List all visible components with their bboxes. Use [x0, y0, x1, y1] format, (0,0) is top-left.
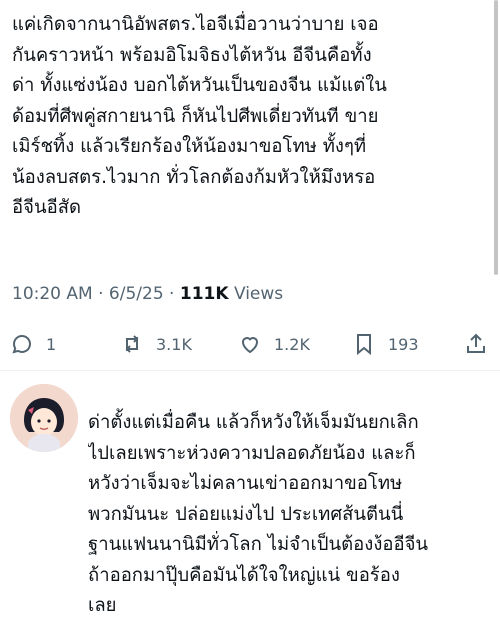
reply-count: 1 — [46, 334, 57, 354]
avatar[interactable] — [10, 384, 78, 452]
tweet-text: แค่เกิดจากนานิอัพสตร.ไอจีเมื่อวานว่าบาย … — [12, 10, 486, 224]
reply-button[interactable]: 1 — [10, 324, 56, 364]
tweet-time[interactable]: 10:20 AM — [12, 284, 93, 304]
tweet-meta: 10:20 AM · 6/5/25 · 111K Views — [12, 284, 283, 304]
views-count: 111K — [179, 284, 229, 304]
bookmark-icon — [357, 334, 371, 356]
action-bar: 1 3.1K 1.2K 193 — [0, 324, 500, 364]
reply-text-line: ด่าตั้งแต่เมื่อคืน แล้วก็หวังให้เจ็มมันย… — [88, 412, 419, 433]
reply-text-line: หวังว่าเจ็มจะไม่คลานเข่าออกมาขอโทษ — [88, 473, 403, 494]
like-count: 1.2K — [274, 334, 310, 354]
avatar-image — [10, 384, 78, 452]
views-label: Views — [233, 284, 284, 304]
meta-separator: · — [98, 284, 104, 304]
retweet-icon — [125, 335, 139, 353]
share-icon — [467, 333, 485, 353]
tweet-text-line: ด้อมที่ศีพคู่สกายนานิ ก็หันไปศีพเดี่ยวทั… — [12, 105, 379, 127]
like-button[interactable]: 1.2K — [238, 324, 310, 364]
tweet-text-line: อีจีนอีสัด — [12, 197, 82, 218]
divider — [0, 370, 500, 371]
tweet-text-line: ด่า ทั้งแซ่งน้อง บอกไต้หวันเป็นของจีน แม… — [12, 75, 387, 96]
tweet-text-line: น้องลบสตร.ไวมาก ทั่วโลกต้องก้มหัวให้มึงห… — [12, 166, 376, 188]
retweet-button[interactable]: 3.1K — [120, 324, 192, 364]
scrollbar[interactable] — [494, 0, 498, 275]
meta-separator: · — [169, 284, 175, 304]
like-icon — [241, 337, 259, 354]
tweet-text-line: แค่เกิดจากนานิอัพสตร.ไอจีเมื่อวานว่าบาย … — [12, 14, 379, 35]
reply-icon — [12, 335, 31, 354]
bookmark-button[interactable]: 193 — [352, 324, 419, 364]
reply-text: ด่าตั้งแต่เมื่อคืน แล้วก็หวังให้เจ็มมันย… — [88, 408, 492, 622]
tweet-text-line: เมิร์ชทิ้ง แล้วเรียกร้องให้น้องมาขอโทษ ท… — [12, 136, 367, 157]
tweet-text-line: กันคราวหน้า พร้อมอิโมจิธงไต้หวัน อีจีนคื… — [12, 44, 372, 66]
tweet-date[interactable]: 6/5/25 — [109, 284, 164, 304]
reply-text-line: ถ้าออกมาปุ๊บคือมันได้ใจใหญ่แน่ ขอร้อง — [88, 564, 400, 586]
reply-text-line: ไปเลยเพราะห่วงความปลอดภัยน้อง และก็ — [88, 442, 416, 464]
reply-text-line: เลย — [88, 595, 117, 616]
share-button[interactable] — [464, 324, 488, 364]
bookmark-count: 193 — [388, 334, 419, 354]
retweet-count: 3.1K — [156, 334, 192, 354]
reply-text-line: พวกมันนะ ปล่อยแม่งไป ประเทศส้นตีนนี่ — [88, 503, 404, 525]
reply-text-line: ฐานแฟนนานิมีทั่วโลก ไม่จำเป็นต้องง้ออีจี… — [88, 534, 429, 555]
